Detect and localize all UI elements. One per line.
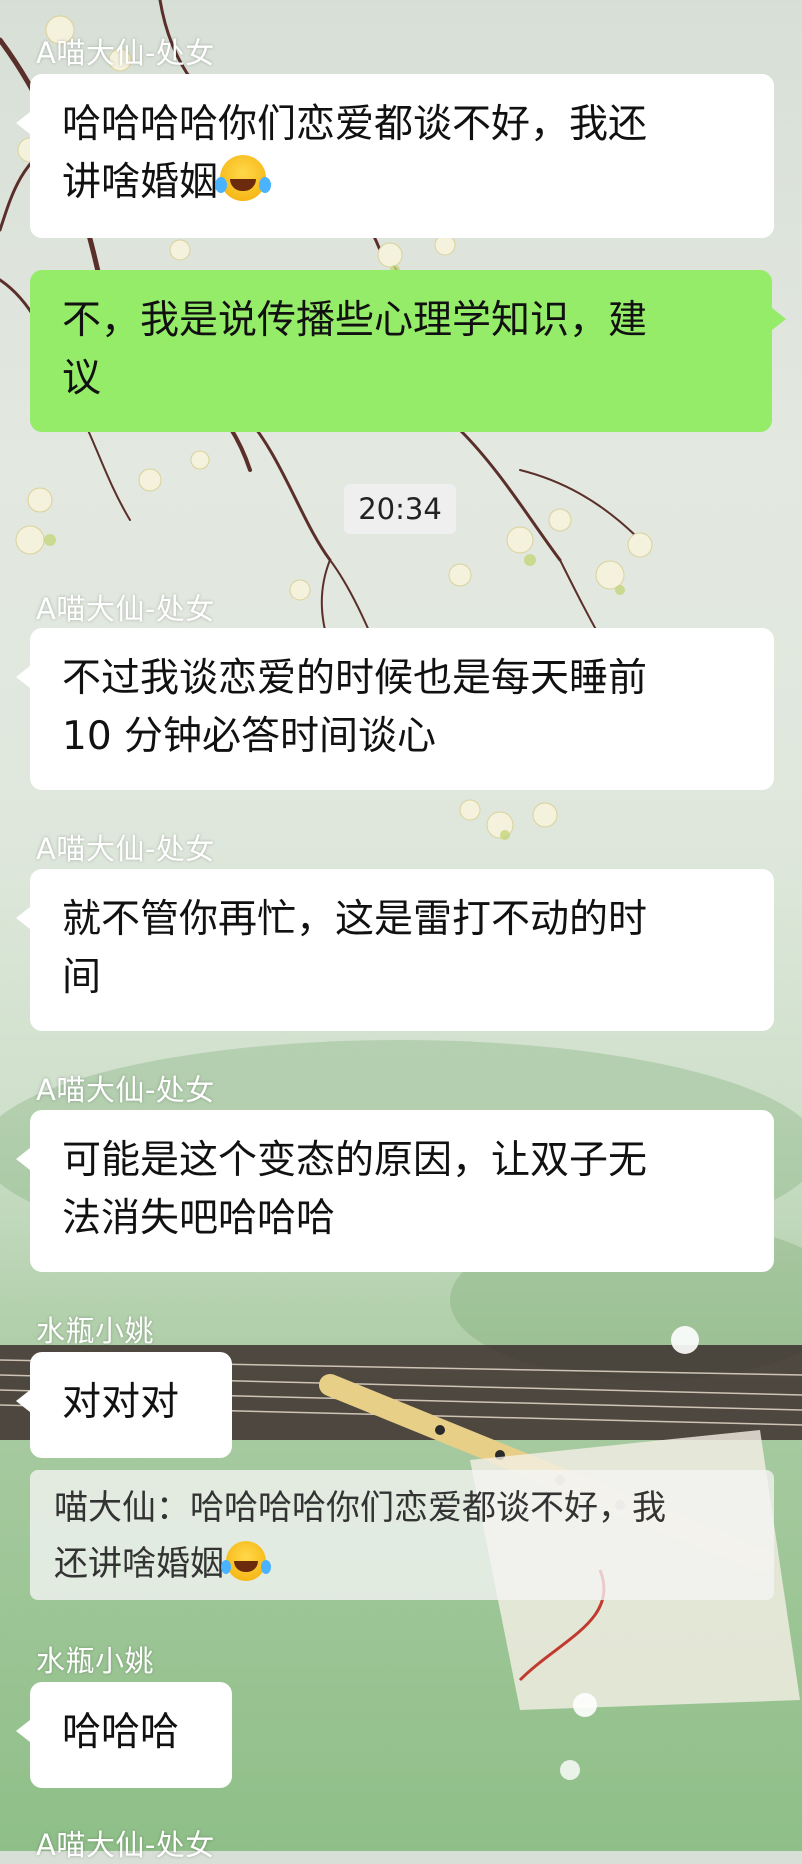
message-bubble[interactable]: 不过我谈恋爱的时候也是每天睡前 10 分钟必答时间谈心 [16, 628, 774, 790]
message-text-line: 哈哈哈 [62, 1710, 180, 1755]
quoted-message[interactable]: 喵大仙：哈哈哈哈你们恋爱都谈不好，我 还讲啥婚姻 [30, 1470, 774, 1600]
sender-name: 水瓶小姚 [36, 1314, 155, 1348]
message-text-segment: 讲啥婚姻 [62, 160, 219, 205]
sender-name: A喵大仙-处女 [36, 36, 215, 70]
my-message-bubble[interactable]: 不，我是说传播些心理学知识，建 议 [30, 270, 786, 432]
message-bubble[interactable]: 哈哈哈哈你们恋爱都谈不好，我还 讲啥婚姻 [16, 74, 774, 238]
message-text-line: 就不管你再忙，这是雷打不动的时 [62, 897, 648, 942]
sender-name: 水瓶小姚 [36, 1644, 155, 1678]
chat-timestamp: 20:34 [344, 484, 456, 534]
sender-name: A喵大仙-处女 [36, 1073, 215, 1107]
message-text-line: 讲啥婚姻 [62, 154, 742, 212]
message-text-line: 间 [62, 955, 102, 1000]
message-text-line: 对对对 [62, 1380, 180, 1425]
message-bubble[interactable]: 可能是这个变态的原因，让双子无 法消失吧哈哈哈 [16, 1110, 774, 1272]
sender-name: A喵大仙-处女 [36, 832, 215, 866]
message-text-line: 可能是这个变态的原因，让双子无 [62, 1138, 648, 1183]
message-text-line: 哈哈哈哈你们恋爱都谈不好，我还 [62, 102, 648, 147]
message-text-line: 议 [62, 356, 102, 401]
sender-name: A喵大仙-处女 [36, 592, 215, 626]
message-text-line: 法消失吧哈哈哈 [62, 1196, 336, 1241]
message-text-line: 不过我谈恋爱的时候也是每天睡前 [62, 656, 648, 701]
quote-text-line: 喵大仙：哈哈哈哈你们恋爱都谈不好，我 [54, 1488, 666, 1528]
sender-name: A喵大仙-处女 [36, 1828, 215, 1862]
message-bubble[interactable]: 哈哈哈 [16, 1682, 232, 1788]
message-text-line: 10 分钟必答时间谈心 [62, 714, 437, 759]
quote-text-segment: 还讲啥婚姻 [54, 1544, 224, 1584]
laughing-tears-emoji-icon [215, 155, 267, 201]
message-bubble[interactable]: 就不管你再忙，这是雷打不动的时 间 [16, 869, 774, 1031]
message-text-line: 不，我是说传播些心理学知识，建 [62, 298, 648, 343]
message-bubble[interactable]: 对对对 [16, 1352, 232, 1458]
quote-text-line: 还讲啥婚姻 [54, 1536, 750, 1592]
laughing-tears-emoji-icon [221, 1541, 266, 1581]
